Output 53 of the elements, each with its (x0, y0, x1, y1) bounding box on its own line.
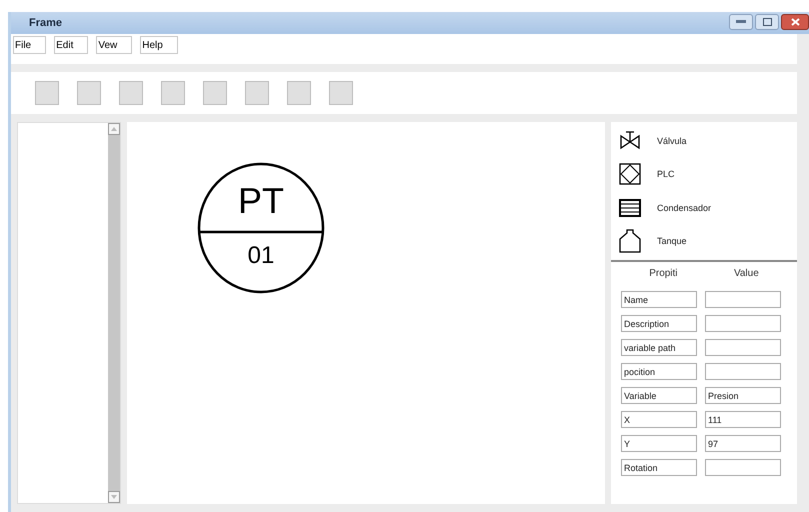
column-header: Propiti (649, 268, 678, 281)
menu-item[interactable]: File (13, 36, 46, 54)
palette-label[interactable]: Tanque (657, 236, 687, 246)
property-value-field[interactable] (705, 291, 781, 308)
plc-icon[interactable] (619, 163, 641, 186)
tank-icon[interactable] (619, 229, 641, 254)
toolbar-button[interactable] (329, 81, 353, 105)
symbol-tag: PT (238, 180, 284, 222)
property-value-field[interactable] (705, 339, 781, 356)
symbol-number: 01 (248, 242, 274, 270)
palette-label[interactable]: Condensador (657, 202, 712, 213)
valve-icon[interactable] (619, 130, 641, 151)
instrument-symbol[interactable]: PT 01 (197, 162, 325, 294)
menu-item[interactable]: Vew (96, 36, 132, 54)
toolbar-button[interactable] (77, 81, 101, 105)
property-name: Description (621, 315, 697, 332)
property-value-field[interactable] (705, 459, 781, 476)
property-name: Rotation (621, 459, 697, 476)
window-title: Frame (29, 17, 62, 29)
toolbar-button[interactable] (245, 81, 269, 105)
palette-label[interactable]: PLC (657, 169, 675, 180)
property-value-field[interactable]: 111 (705, 411, 781, 428)
minimize-button[interactable] (729, 14, 753, 30)
scroll-down-button[interactable] (108, 491, 120, 503)
scroll-up-button[interactable] (108, 123, 120, 135)
close-button[interactable] (781, 14, 809, 30)
toolbar-button[interactable] (161, 81, 185, 105)
up-arrow-icon (111, 127, 117, 131)
maximize-icon (762, 18, 772, 26)
minimize-icon (736, 20, 746, 24)
close-icon (790, 18, 800, 26)
property-name: Name (621, 291, 697, 308)
menu-item[interactable]: Edit (54, 36, 88, 54)
toolbar-button[interactable] (35, 81, 59, 105)
property-value-field[interactable]: Presion (705, 387, 781, 404)
property-value-field[interactable] (705, 363, 781, 380)
property-value-field[interactable]: 97 (705, 435, 781, 452)
property-name: Y (621, 435, 697, 452)
condenser-icon[interactable] (619, 198, 641, 217)
property-name: X (621, 411, 697, 428)
property-name: pocition (621, 363, 697, 380)
scrollbar[interactable] (108, 123, 120, 503)
property-name: Variable (621, 387, 697, 404)
menu-item[interactable]: Help (140, 36, 178, 54)
toolbar-button[interactable] (287, 81, 311, 105)
toolbar-button[interactable] (119, 81, 143, 105)
property-name: variable path (621, 339, 697, 356)
down-arrow-icon (111, 495, 117, 499)
palette-label[interactable]: Válvula (657, 136, 687, 146)
column-header: Value (734, 268, 759, 281)
property-value-field[interactable] (705, 315, 781, 332)
maximize-button[interactable] (755, 14, 779, 30)
toolbar-button[interactable] (203, 81, 227, 105)
